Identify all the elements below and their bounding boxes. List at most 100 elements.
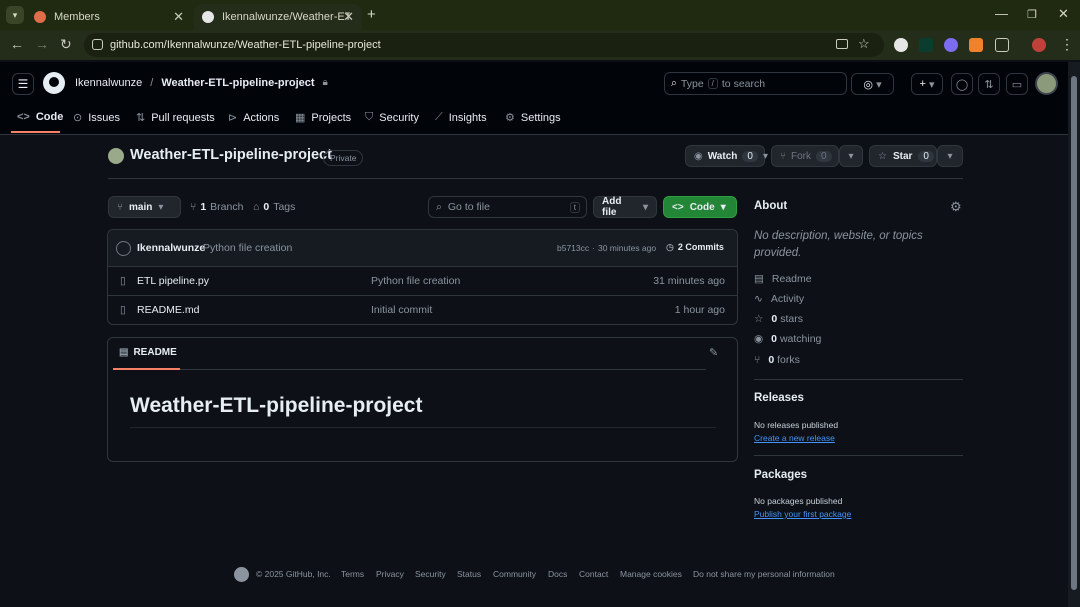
packages-title[interactable]: Packages (754, 469, 807, 481)
star-icon: ☆ (878, 150, 887, 162)
reload-icon[interactable]: ↻ (60, 36, 72, 53)
bookmark-star-icon[interactable]: ☆ (858, 36, 870, 52)
back-icon[interactable]: ← (10, 36, 24, 52)
commit-author[interactable]: Ikennalwunze (137, 242, 205, 254)
readme-link[interactable]: ▤ Readme (754, 273, 812, 285)
forks-link[interactable]: ⑂ 0 forks (754, 354, 800, 366)
chrome-menu-icon[interactable]: ⋮ (1060, 36, 1074, 53)
branch-select[interactable]: ⑂ main ▾ (108, 196, 181, 218)
go-to-file-input[interactable]: ⌕ Go to file t (428, 196, 587, 218)
readme-tab[interactable]: ▤ README (119, 347, 177, 358)
footer-link-docs[interactable]: Docs (548, 569, 567, 579)
extension-icon[interactable] (919, 38, 933, 52)
window-close-icon[interactable]: ✕ (1058, 6, 1069, 22)
file-commit-message[interactable]: Initial commit (371, 304, 432, 316)
watching-link[interactable]: ◉ 0 watching (754, 333, 821, 345)
tag-icon: ⌂ (253, 201, 260, 213)
file-name[interactable]: ETL pipeline.py (137, 275, 209, 287)
forward-icon[interactable]: → (35, 36, 49, 52)
pull-requests-icon[interactable]: ⇅ (978, 73, 1000, 95)
browser-tab-members[interactable]: Members ✕ (26, 4, 192, 30)
chevron-down-icon: ▾ (762, 150, 768, 162)
close-icon[interactable]: ✕ (343, 9, 354, 25)
minimize-icon[interactable]: — (995, 6, 1008, 21)
shortcut-key: t (569, 201, 580, 213)
fork-dropdown-button[interactable]: ▾ (839, 145, 863, 167)
github-footer-logo-icon[interactable] (234, 567, 249, 582)
address-bar[interactable]: github.com/Ikennalwunze/Weather-ETL-pipe… (84, 33, 884, 57)
commits-link[interactable]: ◷ 2 Commits (666, 242, 724, 253)
repo-owner-link[interactable]: Ikennalwunze (75, 77, 142, 89)
tags-link[interactable]: ⌂ 0 Tags (253, 201, 295, 213)
plus-icon: + (919, 78, 926, 90)
copilot-button[interactable]: ◎ ▾ (851, 73, 894, 95)
star-dropdown-button[interactable]: ▾ (937, 145, 963, 167)
create-release-link[interactable]: Create a new release (754, 433, 835, 443)
tab-settings[interactable]: ⚙ Settings (505, 111, 561, 125)
tab-insights[interactable]: ⟋ Insights (435, 111, 487, 124)
edit-pencil-icon[interactable]: ✎ (709, 346, 718, 359)
scrollbar-thumb[interactable] (1071, 76, 1077, 590)
footer-link-status[interactable]: Status (457, 569, 481, 579)
site-info-icon[interactable] (92, 39, 103, 50)
profile-avatar[interactable] (1032, 38, 1046, 52)
footer-link-security[interactable]: Security (415, 569, 446, 579)
hamburger-menu-icon[interactable]: ☰ (12, 73, 34, 95)
footer-link-do-not-share[interactable]: Do not share my personal information (693, 569, 835, 579)
repo-name-link[interactable]: Weather-ETL-pipeline-project (161, 77, 314, 89)
new-tab-icon[interactable]: + (367, 6, 376, 23)
add-file-button[interactable]: Add file ▾ (593, 196, 657, 218)
commit-hash[interactable]: b5713cc (557, 243, 589, 253)
play-icon: ⊳ (228, 112, 238, 124)
search-input[interactable]: ⌕ Type / to search (664, 72, 847, 95)
create-new-button[interactable]: + ▾ (911, 73, 943, 95)
footer-link-contact[interactable]: Contact (579, 569, 608, 579)
install-icon[interactable] (836, 39, 848, 49)
tab-issues[interactable]: ⊙ Issues (73, 111, 120, 125)
tab-search-button[interactable]: ▾ (6, 6, 24, 24)
browser-tab-github[interactable]: Ikennalwunze/Weather-ETL-pip ✕ (194, 4, 362, 30)
user-avatar[interactable] (1035, 72, 1058, 95)
search-icon: ⌕ (671, 77, 677, 89)
extension-icon[interactable] (944, 38, 958, 52)
tab-favicon (34, 11, 46, 23)
code-button[interactable]: <> Code ▾ (663, 196, 737, 218)
file-commit-message[interactable]: Python file creation (371, 275, 460, 287)
issues-icon[interactable]: ◯ (951, 73, 973, 95)
publish-package-link[interactable]: Publish your first package (754, 509, 851, 519)
github-favicon (202, 11, 214, 23)
extension-icon[interactable] (894, 38, 908, 52)
tab-projects[interactable]: ▦ Projects (295, 111, 351, 125)
page-title[interactable]: Weather-ETL-pipeline-project (130, 147, 332, 163)
github-logo-icon[interactable] (43, 72, 65, 94)
inbox-icon[interactable]: ▭ (1006, 73, 1028, 95)
tab-security[interactable]: ⛉ Security (365, 111, 419, 124)
branches-link[interactable]: ⑂ 1 Branch (190, 201, 243, 213)
releases-title[interactable]: Releases (754, 392, 804, 404)
close-icon[interactable]: ✕ (173, 9, 184, 25)
history-icon: ◷ (666, 242, 674, 252)
table-row[interactable]: ▯ README.md Initial commit 1 hour ago (108, 295, 737, 324)
footer-link-privacy[interactable]: Privacy (376, 569, 404, 579)
tab-actions[interactable]: ⊳ Actions (228, 111, 279, 125)
releases-empty-text: No releases published (754, 420, 839, 430)
footer-link-community[interactable]: Community (493, 569, 536, 579)
tab-code[interactable]: <> Code (17, 111, 63, 123)
footer-link-manage-cookies[interactable]: Manage cookies (620, 569, 682, 579)
fork-button[interactable]: ⑂ Fork 0 (771, 145, 839, 167)
stars-link[interactable]: ☆ 0 stars (754, 313, 803, 325)
maximize-icon[interactable]: ❐ (1027, 8, 1037, 21)
footer-link-terms[interactable]: Terms (341, 569, 364, 579)
file-name[interactable]: README.md (137, 304, 199, 316)
commit-message[interactable]: Python file creation (203, 242, 292, 254)
about-description: No description, website, or topics provi… (754, 230, 923, 259)
table-row[interactable]: ▯ ETL pipeline.py Python file creation 3… (108, 266, 737, 295)
star-button[interactable]: ☆ Star 0 (869, 145, 937, 167)
about-settings-gear-icon[interactable]: ⚙ (950, 199, 962, 215)
activity-link[interactable]: ∿ Activity (754, 293, 804, 305)
tab-pull-requests[interactable]: ⇅ Pull requests (136, 111, 215, 125)
extensions-puzzle-icon[interactable] (995, 38, 1009, 52)
author-avatar[interactable] (116, 241, 131, 256)
extension-icon[interactable] (969, 38, 983, 52)
watch-button[interactable]: ◉ Watch 0 ▾ (685, 145, 768, 167)
